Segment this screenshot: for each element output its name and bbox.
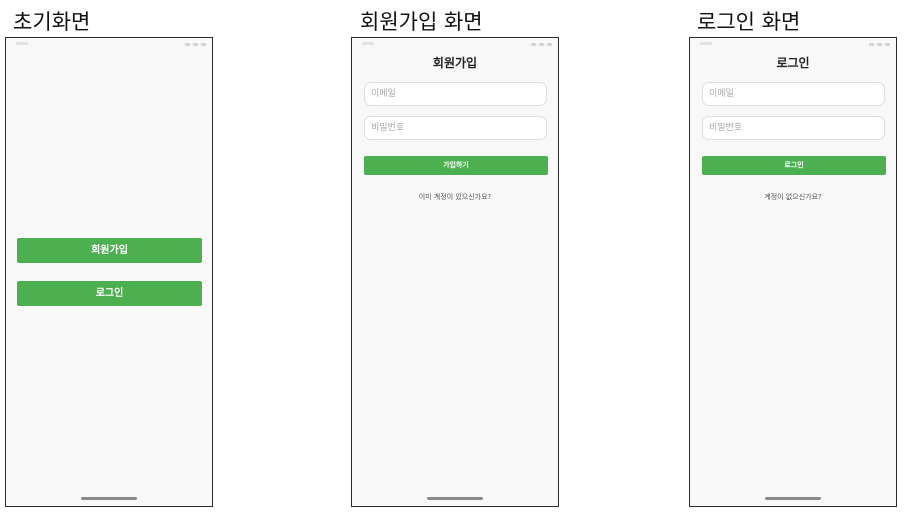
- phone-initial-screen: 회원가입 로그인: [5, 37, 213, 507]
- email-field[interactable]: 이메일: [364, 82, 547, 106]
- status-icons: [869, 43, 890, 46]
- caption-initial-screen: 초기화면: [13, 10, 91, 34]
- submit-signup-button[interactable]: 가입하기: [364, 156, 548, 175]
- phone-login-screen: 로그인 이메일 비밀번호 로그인 계정이 없으신가요?: [689, 37, 897, 507]
- status-time: [700, 42, 712, 45]
- home-indicator[interactable]: [427, 497, 483, 500]
- password-field[interactable]: 비밀번호: [364, 116, 547, 140]
- email-field[interactable]: 이메일: [702, 82, 885, 106]
- status-time: [16, 42, 28, 45]
- home-indicator[interactable]: [765, 497, 821, 500]
- status-icons: [531, 43, 552, 46]
- page-title: 로그인: [776, 56, 810, 70]
- submit-login-button[interactable]: 로그인: [702, 156, 886, 175]
- login-button[interactable]: 로그인: [17, 281, 202, 306]
- caption-signup-screen: 회원가입 화면: [360, 10, 483, 34]
- login-link[interactable]: 이미 계정이 있으신가요?: [352, 192, 558, 202]
- status-icons: [185, 43, 206, 46]
- home-indicator[interactable]: [81, 497, 137, 500]
- signup-link[interactable]: 계정이 없으신가요?: [690, 192, 896, 202]
- password-field[interactable]: 비밀번호: [702, 116, 885, 140]
- page-title: 회원가입: [432, 56, 478, 70]
- status-time: [362, 42, 374, 45]
- caption-login-screen: 로그인 화면: [697, 10, 801, 34]
- phone-signup-screen: 회원가입 이메일 비밀번호 가입하기 이미 계정이 있으신가요?: [351, 37, 559, 507]
- signup-button[interactable]: 회원가입: [17, 238, 202, 263]
